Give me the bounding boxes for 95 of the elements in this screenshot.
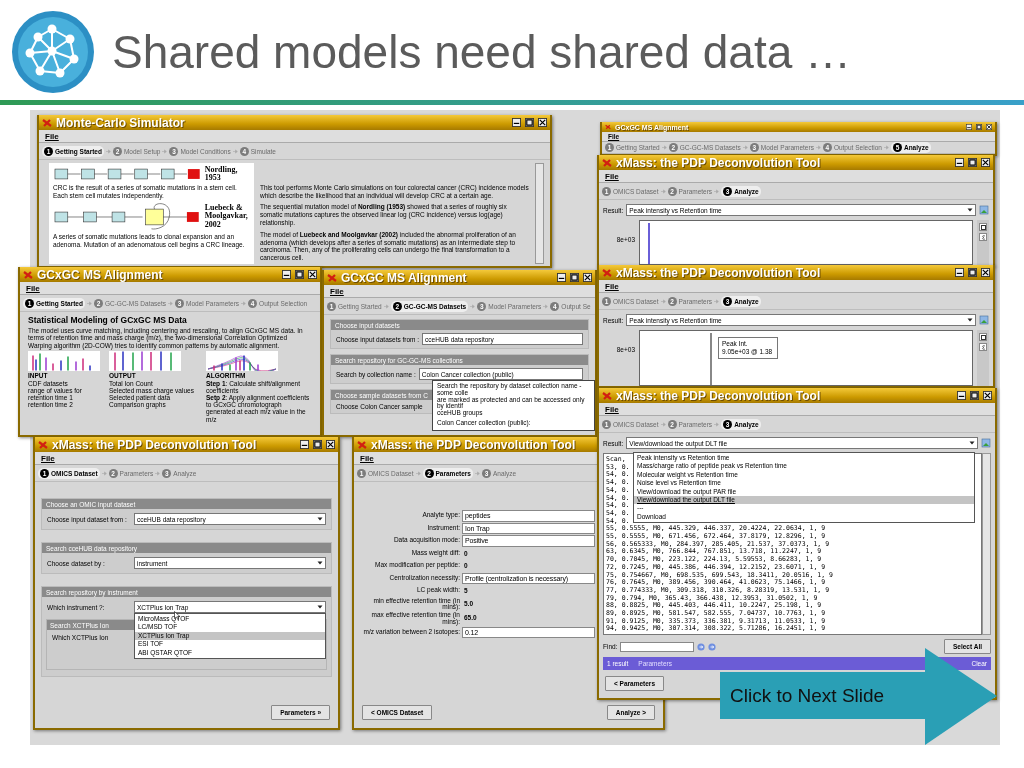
- arrow-icon: [241, 300, 247, 306]
- chromatogram-drawing: [109, 350, 181, 371]
- app-logo-icon: [602, 157, 612, 168]
- minimize-icon[interactable]: [966, 124, 972, 130]
- minimize-icon[interactable]: [957, 391, 966, 400]
- maximize-icon[interactable]: [970, 391, 979, 400]
- arrow-icon: [714, 421, 720, 427]
- app-logo-icon: [357, 439, 367, 450]
- window-title: xMass: the PDP Deconvolution Tool: [371, 438, 576, 451]
- menu-item[interactable]: File: [41, 453, 55, 463]
- menu-item[interactable]: File: [605, 281, 619, 291]
- window-title: GCxGC MS Alignment: [341, 271, 467, 284]
- arrow-icon: [660, 188, 666, 194]
- arrow-icon: [474, 470, 480, 476]
- scrollbar[interactable]: [535, 163, 544, 264]
- arrow-icon: [155, 470, 161, 476]
- window-title: xMass: the PDP Deconvolution Tool: [616, 389, 821, 402]
- slide-title: Shared models need shared data …: [112, 25, 852, 79]
- close-icon[interactable]: [326, 440, 335, 449]
- menu-item[interactable]: File: [605, 404, 619, 414]
- caret-icon: [317, 604, 323, 610]
- close-icon[interactable]: [981, 268, 990, 277]
- menu-item[interactable]: File: [360, 453, 374, 463]
- arrow-icon: [162, 148, 168, 154]
- window-title: Monte-Carlo Simulator: [56, 116, 185, 129]
- maximize-icon[interactable]: [968, 158, 977, 167]
- arrow-icon: [714, 188, 720, 194]
- arrow-icon: [168, 300, 173, 306]
- next-slide-button[interactable]: Click to Next Slide: [720, 672, 926, 719]
- close-icon[interactable]: [583, 273, 592, 282]
- curve-icon: [980, 344, 986, 350]
- close-icon[interactable]: [308, 270, 317, 279]
- arrow-icon: [86, 300, 92, 306]
- caret-icon: [969, 440, 975, 446]
- chromatogram-drawing: [28, 350, 100, 371]
- app-logo-icon: [38, 439, 48, 450]
- app-logo-icon: [602, 390, 612, 401]
- arrow-icon: [232, 148, 238, 154]
- menu-item[interactable]: File: [26, 283, 40, 293]
- logo-icon: [10, 9, 96, 95]
- curve-icon: [980, 234, 986, 240]
- maximize-icon[interactable]: [313, 440, 322, 449]
- scrollbar[interactable]: [982, 453, 991, 635]
- find-field[interactable]: [620, 641, 695, 652]
- app-logo-icon: [42, 117, 52, 128]
- arrow-icon: [543, 303, 549, 309]
- arrow-icon: [660, 421, 666, 427]
- arrow-icon: [742, 145, 748, 150]
- menu-item[interactable]: File: [45, 131, 59, 141]
- arrow-icon: [470, 303, 476, 309]
- close-icon[interactable]: [981, 158, 990, 167]
- maximize-icon[interactable]: [570, 273, 579, 282]
- menu-item[interactable]: File: [605, 171, 619, 181]
- minimize-icon[interactable]: [300, 440, 309, 449]
- plot-tool-button[interactable]: [979, 333, 987, 341]
- plot-tool-button[interactable]: [979, 223, 987, 231]
- caret-icon: [967, 207, 973, 213]
- app-logo-icon: [23, 269, 33, 280]
- arrow-icon: [714, 298, 720, 304]
- close-icon[interactable]: [538, 118, 547, 127]
- caret-icon: [317, 516, 323, 522]
- maximize-icon[interactable]: [525, 118, 534, 127]
- section-heading: Statistical Modeling of GCxGC MS Data: [28, 315, 188, 325]
- chromatogram-drawing: [206, 350, 278, 371]
- maximize-icon[interactable]: [976, 124, 982, 130]
- arrow-icon: [815, 145, 821, 150]
- arrow-icon: [101, 470, 107, 476]
- window-title: GCxGC MS Alignment: [37, 268, 163, 281]
- model-name: Nordling, 1953: [204, 166, 239, 183]
- window-title: xMass: the PDP Deconvolution Tool: [616, 156, 821, 169]
- arrow-icon: [415, 470, 421, 476]
- app-logo-icon: [605, 124, 611, 130]
- arrow-icon: [383, 303, 389, 309]
- app-logo-icon: [327, 272, 337, 283]
- minimize-icon[interactable]: [282, 270, 291, 279]
- arrow-icon: [660, 298, 666, 304]
- menu-item[interactable]: File: [330, 286, 344, 296]
- model-name: Luebeck & Moolgavkar, 2002: [204, 203, 249, 229]
- window-title: xMass: the PDP Deconvolution Tool: [52, 438, 257, 451]
- window-title: xMass: the PDP Deconvolution Tool: [616, 266, 821, 279]
- maximize-icon[interactable]: [968, 268, 977, 277]
- caret-icon: [967, 317, 973, 323]
- arrow-icon: [661, 145, 667, 150]
- close-icon[interactable]: [983, 391, 992, 400]
- minimize-icon[interactable]: [512, 118, 521, 127]
- close-icon[interactable]: [986, 124, 992, 130]
- minimize-icon[interactable]: [955, 268, 964, 277]
- app-logo-icon: [602, 267, 612, 278]
- maximize-icon[interactable]: [295, 270, 304, 279]
- caret-icon: [317, 560, 323, 566]
- minimize-icon[interactable]: [557, 273, 566, 282]
- arrow-icon: [105, 148, 111, 154]
- minimize-icon[interactable]: [955, 158, 964, 167]
- arrow-head-icon: [925, 648, 997, 745]
- arrow-icon: [883, 145, 889, 150]
